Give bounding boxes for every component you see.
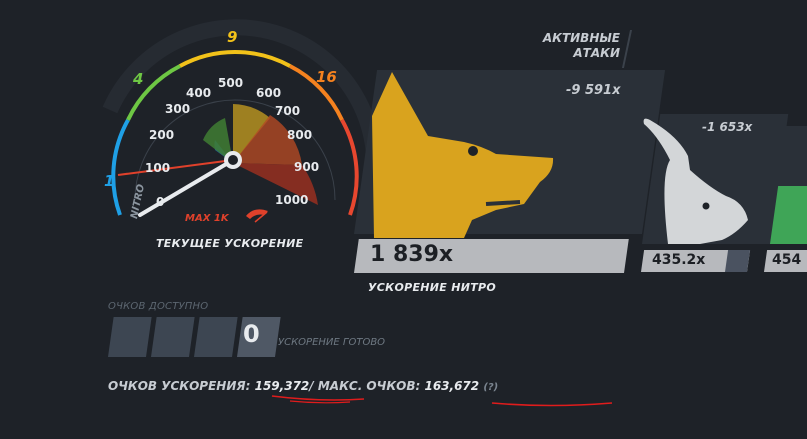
max-points-value: 163,672	[424, 379, 480, 393]
max-points-label: МАКС. ОЧКОВ:	[317, 379, 421, 393]
rabbit-icon	[643, 118, 748, 244]
outer-label-16: 16	[316, 68, 337, 86]
points-separator: /	[309, 379, 314, 393]
right-boost-value: 454	[772, 252, 802, 268]
arc-blue	[111, 119, 130, 216]
inner-label-0: 0	[156, 195, 164, 209]
inner-label-1000: 1000	[275, 193, 308, 207]
dog-icon	[372, 72, 554, 238]
inner-label-100: 100	[145, 161, 170, 175]
inner-label-200: 200	[149, 128, 174, 142]
inner-label-500: 500	[218, 76, 243, 90]
help-link[interactable]: (?)	[483, 382, 498, 393]
medium-boost-value: 435.2x	[652, 252, 706, 268]
inner-label-300: 300	[165, 102, 190, 116]
outer-label-1: 1	[104, 172, 114, 190]
boost-ready-label: УСКОРЕНИЕ ГОТОВО	[278, 337, 386, 348]
points-available-label: ОЧКОВ ДОСТУПНО	[108, 301, 209, 312]
outer-label-9: 9	[227, 28, 237, 46]
attack-right-fill	[768, 186, 807, 244]
inner-label-800: 800	[287, 128, 312, 142]
red-needle	[117, 159, 234, 176]
attack-power-large: -9 591x	[566, 83, 621, 98]
nitro-boost-value: 1 839x	[370, 242, 454, 267]
boost-points-footer: ОЧКОВ УСКОРЕНИЯ: 159,372/ МАКС. ОЧКОВ: 1…	[108, 379, 498, 393]
active-attacks-title: АКТИВНЫЕ АТАКИ	[542, 31, 620, 60]
boost-points-value: 159,372	[254, 379, 310, 393]
nitro-boost-label: УСКОРЕНИЕ НИТРО	[368, 281, 497, 294]
arc-yellow	[179, 50, 291, 68]
outer-label-4: 4	[132, 70, 143, 88]
max-label: MAX 1K	[185, 213, 230, 224]
attacks-divider	[621, 30, 633, 68]
nitro-gauge: 1 4 9 16 25 0 100 200 300 400 500 600 70…	[102, 19, 380, 224]
point-slot	[108, 317, 152, 357]
inner-label-600: 600	[256, 86, 281, 100]
point-slot	[194, 317, 238, 357]
inner-label-900: 900	[294, 160, 319, 174]
current-boost-label: ТЕКУЩЕЕ УСКОРЕНИЕ	[156, 237, 304, 250]
points-available-count: 0	[243, 320, 260, 348]
inner-label-700: 700	[275, 104, 300, 118]
point-slot	[151, 317, 195, 357]
boost-points-label: ОЧКОВ УСКОРЕНИЯ:	[108, 379, 251, 393]
arc-red	[340, 119, 359, 216]
inner-label-400: 400	[186, 86, 211, 100]
